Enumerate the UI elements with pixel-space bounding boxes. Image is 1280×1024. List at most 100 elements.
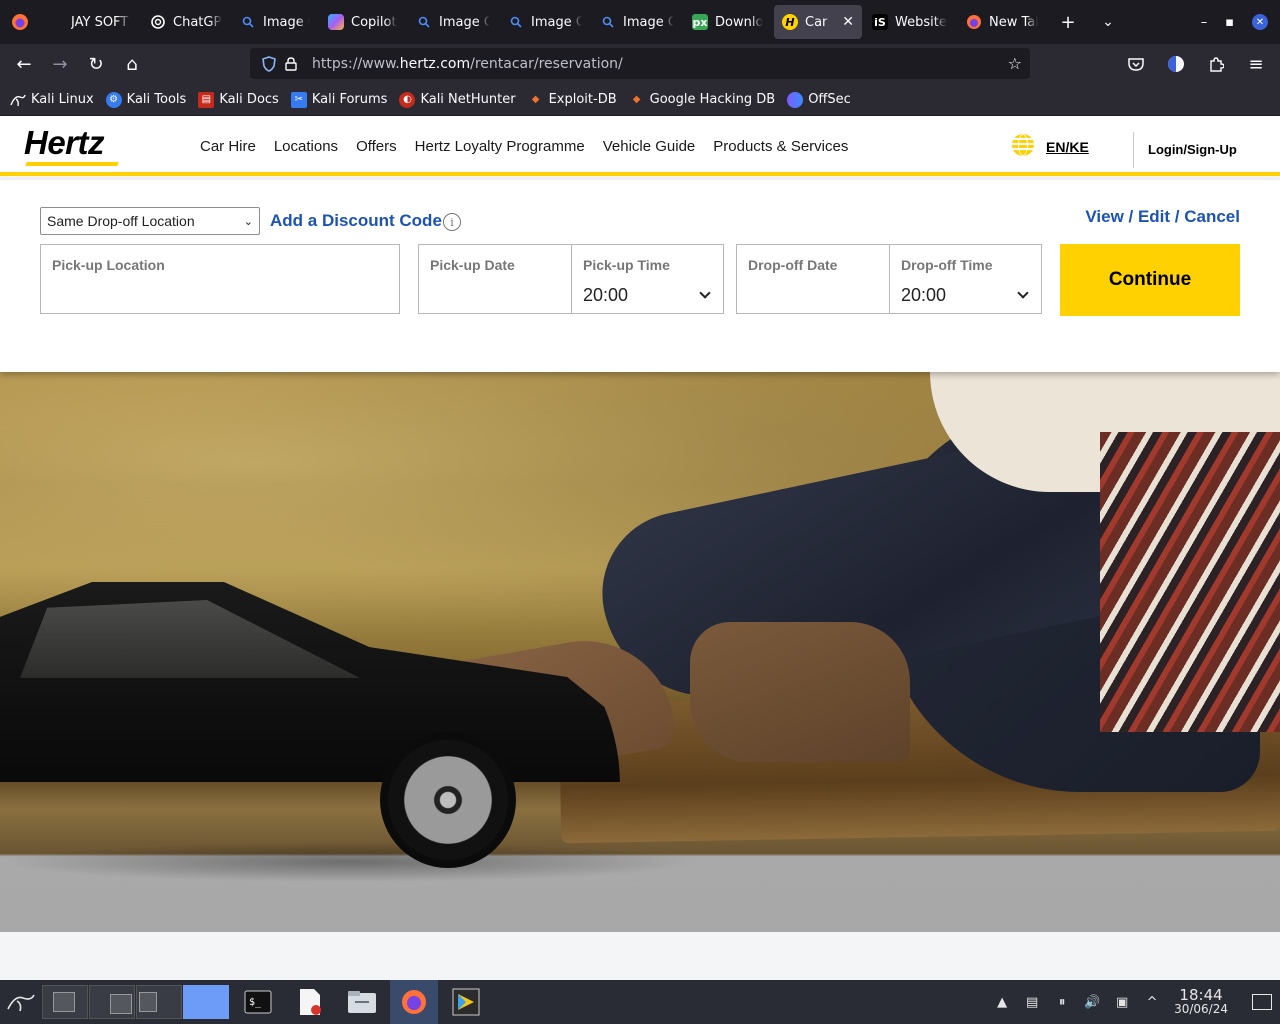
back-arrow-icon[interactable]: ←: [6, 48, 42, 80]
nav-locations[interactable]: Locations: [274, 138, 338, 155]
pocket-icon[interactable]: [1118, 48, 1154, 80]
tab-website[interactable]: iS Website: [864, 5, 956, 39]
firefox-taskbar-icon[interactable]: [390, 980, 438, 1024]
chevron-down-icon: [1017, 287, 1029, 299]
tab-label: Copilot: [351, 14, 397, 30]
bookmark-offsec[interactable]: OffSec: [787, 91, 851, 108]
terminal-icon[interactable]: $_: [234, 980, 282, 1024]
tab-chatgpt[interactable]: ChatGPT: [142, 5, 230, 39]
list-tabs-chevron-icon[interactable]: ⌄: [1088, 0, 1128, 44]
dropoff-location-select[interactable]: Same Drop-off Location ⌄: [40, 207, 260, 235]
tab-label: Image C: [439, 14, 490, 30]
nav-products-services[interactable]: Products & Services: [713, 138, 848, 155]
tray-expand-chevron-icon[interactable]: ^: [1144, 994, 1160, 1010]
network-icon[interactable]: ▣: [1114, 994, 1130, 1010]
tab-jaysoft[interactable]: JAY SOFT SC: [40, 5, 140, 39]
nav-vehicle-guide[interactable]: Vehicle Guide: [603, 138, 696, 155]
tab-image-search-4[interactable]: Image C: [592, 5, 682, 39]
tab-image-search-2[interactable]: Image C: [408, 5, 498, 39]
login-signup-link[interactable]: Login/Sign-Up: [1148, 142, 1237, 157]
pause-icon[interactable]: ⏸: [1054, 994, 1070, 1010]
page-icon: [48, 14, 64, 30]
nav-car-hire[interactable]: Car Hire: [200, 138, 256, 155]
workspace-4[interactable]: [183, 985, 229, 1019]
workspace-1[interactable]: [42, 985, 88, 1019]
vlc-cone-icon[interactable]: ▲: [994, 994, 1010, 1010]
hertz-logo[interactable]: Hertz: [24, 126, 122, 166]
firefox-menu-icon[interactable]: [0, 0, 40, 44]
hamburger-menu-icon[interactable]: ≡: [1238, 48, 1274, 80]
tab-copilot[interactable]: Copilot: [320, 5, 406, 39]
hero-image: [0, 372, 1280, 932]
file-manager-icon[interactable]: [338, 980, 386, 1024]
code-editor-icon[interactable]: [442, 980, 490, 1024]
minimize-icon[interactable]: –: [1201, 15, 1208, 30]
reload-icon[interactable]: ↻: [78, 48, 114, 80]
tab-label: Car H: [805, 14, 831, 30]
dropoff-date-field[interactable]: Drop-off Date: [736, 244, 890, 314]
hero-scarf: [1100, 432, 1280, 732]
close-tab-icon[interactable]: ✕: [842, 14, 854, 30]
nav-offers[interactable]: Offers: [356, 138, 397, 155]
volume-icon[interactable]: 🔊: [1084, 994, 1100, 1010]
bookmark-star-icon[interactable]: ☆: [1008, 54, 1022, 73]
add-discount-code-link[interactable]: Add a Discount Code: [270, 211, 442, 231]
tab-label: Website: [895, 14, 947, 30]
hero-car-shadow: [0, 842, 700, 882]
url-text[interactable]: https://www.hertz.com/rentacar/reservati…: [312, 56, 623, 72]
tab-new-tab[interactable]: New Tab: [958, 5, 1046, 39]
workspace-2[interactable]: [89, 985, 135, 1019]
bookmark-kali-docs[interactable]: ▤ Kali Docs: [198, 91, 279, 108]
new-tab-plus-icon[interactable]: +: [1048, 0, 1088, 44]
search-icon: [600, 14, 616, 30]
window-close-icon[interactable]: ✕: [1252, 14, 1268, 30]
bookmark-kali-linux[interactable]: Kali Linux: [10, 92, 94, 108]
kali-tools-icon: ⚙: [105, 91, 122, 108]
pickup-location-field[interactable]: Pick-up Location: [40, 244, 400, 314]
bookmark-kali-tools[interactable]: ⚙ Kali Tools: [105, 91, 186, 108]
url-bar[interactable]: https://www.hertz.com/rentacar/reservati…: [250, 48, 1030, 79]
lock-icon[interactable]: [280, 56, 302, 71]
kali-menu-icon[interactable]: [0, 980, 42, 1024]
dropoff-time-select[interactable]: Drop-off Time 20:00: [889, 244, 1042, 314]
info-icon[interactable]: i: [443, 213, 461, 231]
language-selector[interactable]: EN/KE: [1012, 134, 1089, 156]
bookmark-google-hacking-db[interactable]: ◆ Google Hacking DB: [629, 92, 775, 108]
view-edit-cancel-link[interactable]: View / Edit / Cancel: [1085, 207, 1240, 227]
bookmark-label: Kali Linux: [31, 92, 94, 107]
maximize-icon[interactable]: ▪: [1225, 15, 1234, 30]
continue-button[interactable]: Continue: [1060, 244, 1240, 316]
pickup-time-label: Pick-up Time: [583, 257, 670, 273]
dropoff-time-label: Drop-off Time: [901, 257, 993, 273]
show-desktop-icon[interactable]: [1252, 994, 1272, 1010]
pickup-time-select[interactable]: Pick-up Time 20:00: [571, 244, 724, 314]
tab-download[interactable]: px Downlo: [684, 5, 772, 39]
text-editor-icon[interactable]: [286, 980, 334, 1024]
tab-image-search-1[interactable]: Image C: [232, 5, 318, 39]
home-icon[interactable]: ⌂: [114, 48, 150, 80]
bookmark-kali-forums[interactable]: ✂ Kali Forums: [290, 91, 387, 108]
tab-image-search-3[interactable]: Image C: [500, 5, 590, 39]
extension-moon-icon[interactable]: [1158, 48, 1194, 80]
forward-arrow-icon[interactable]: →: [42, 48, 78, 80]
firefox-icon: [966, 14, 982, 30]
extensions-puzzle-icon[interactable]: [1198, 48, 1234, 80]
clipboard-icon[interactable]: ▤: [1024, 994, 1040, 1010]
tab-car-hire[interactable]: H Car H ✕: [774, 5, 862, 39]
offsec-icon: [787, 91, 804, 108]
tracking-shield-icon[interactable]: [258, 55, 280, 72]
dropoff-time-value: 20:00: [901, 285, 947, 305]
pickup-date-label: Pick-up Date: [430, 257, 515, 273]
tab-label: New Tab: [989, 14, 1038, 30]
tab-label: Downlo: [715, 14, 764, 30]
ghdb-icon: ◆: [632, 94, 641, 105]
bookmark-kali-nethunter[interactable]: ◐ Kali NetHunter: [399, 91, 516, 108]
bookmark-exploit-db[interactable]: ◆ Exploit-DB: [528, 92, 617, 108]
nav-loyalty-programme[interactable]: Hertz Loyalty Programme: [415, 138, 585, 155]
clock[interactable]: 18:44 30/06/24: [1174, 988, 1228, 1017]
hertz-icon: H: [782, 14, 798, 30]
tab-bar: JAY SOFT SC ChatGPT Image C Copilot Imag…: [0, 0, 1280, 44]
language-link[interactable]: EN/KE: [1046, 139, 1089, 155]
workspace-3[interactable]: [136, 985, 182, 1019]
pickup-date-field[interactable]: Pick-up Date: [418, 244, 572, 314]
